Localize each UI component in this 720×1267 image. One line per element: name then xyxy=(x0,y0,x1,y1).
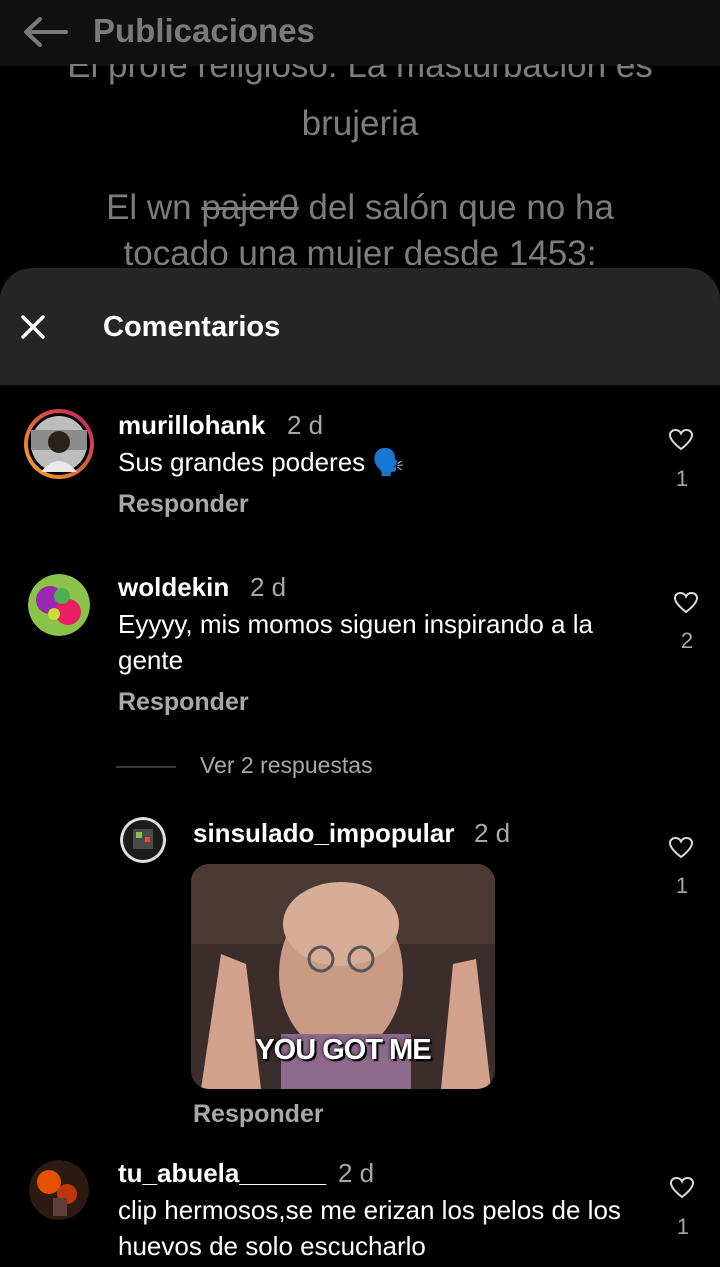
struck-word: pajer0 xyxy=(201,188,299,227)
divider xyxy=(116,766,176,768)
like-count: 2 xyxy=(680,628,694,653)
back-arrow-icon[interactable] xyxy=(20,12,70,52)
post-text-line: tocado una mujer desde 1453: xyxy=(123,234,597,268)
post-text-line: El profe religioso: La masturbación es xyxy=(67,64,653,85)
comment-text: Sus grandes poderes 🗣️ xyxy=(118,447,405,477)
comments-sheet-header: Comentarios xyxy=(0,268,720,385)
avatar[interactable] xyxy=(29,1160,89,1220)
reply-button[interactable]: Responder xyxy=(118,688,249,717)
like-count: 1 xyxy=(675,873,689,898)
comment-time: 2 d xyxy=(338,1158,375,1188)
comment-text: Eyyyy, mis momos siguen inspirando a la … xyxy=(118,609,593,675)
comment-username[interactable]: tu_abuela______ xyxy=(118,1158,326,1189)
comment-time: 2 d xyxy=(287,410,324,440)
avatar[interactable] xyxy=(120,817,166,863)
comment-item: tu_abuela______ 2 d clip hermosos,se me … xyxy=(0,1148,720,1267)
avatar[interactable] xyxy=(23,408,95,480)
heart-icon[interactable] xyxy=(668,836,694,860)
heart-icon[interactable] xyxy=(668,428,694,452)
avatar[interactable] xyxy=(28,574,90,636)
reply-button[interactable]: Responder xyxy=(193,1100,324,1129)
comment-item: woldekin 2 d Eyyyy, mis momos siguen ins… xyxy=(0,564,720,734)
comment-username[interactable]: woldekin xyxy=(118,572,229,603)
post-text-line: brujeria xyxy=(301,104,419,143)
gif-attachment[interactable]: YOU GOT ME xyxy=(191,864,495,1089)
reply-button[interactable]: Responder xyxy=(118,490,249,519)
comments-sheet: Comentarios murillohank 2 d Sus grandes … xyxy=(0,268,720,1267)
comment-username[interactable]: murillohank xyxy=(118,410,265,441)
heart-icon[interactable] xyxy=(669,1176,695,1200)
comment-time: 2 d xyxy=(474,818,511,848)
like-count: 1 xyxy=(675,466,689,491)
view-replies-button[interactable]: Ver 2 respuestas xyxy=(200,752,373,779)
comment-text: clip hermosos,se me erizan los pelos de … xyxy=(118,1195,621,1261)
page-title: Publicaciones xyxy=(93,12,315,49)
comment-username[interactable]: sinsulado_impopular xyxy=(193,818,455,849)
comment-item: murillohank 2 d Sus grandes poderes 🗣️ R… xyxy=(0,398,720,528)
comments-title: Comentarios xyxy=(103,311,281,343)
gif-caption: YOU GOT ME xyxy=(255,1034,431,1066)
speaking-head-emoji: 🗣️ xyxy=(372,447,405,477)
close-icon[interactable] xyxy=(20,314,46,340)
like-count: 1 xyxy=(676,1214,690,1239)
comment-time: 2 d xyxy=(250,572,287,602)
heart-icon[interactable] xyxy=(673,591,699,615)
post-text-line: El wn pajer0 del salón que no ha xyxy=(106,188,614,227)
